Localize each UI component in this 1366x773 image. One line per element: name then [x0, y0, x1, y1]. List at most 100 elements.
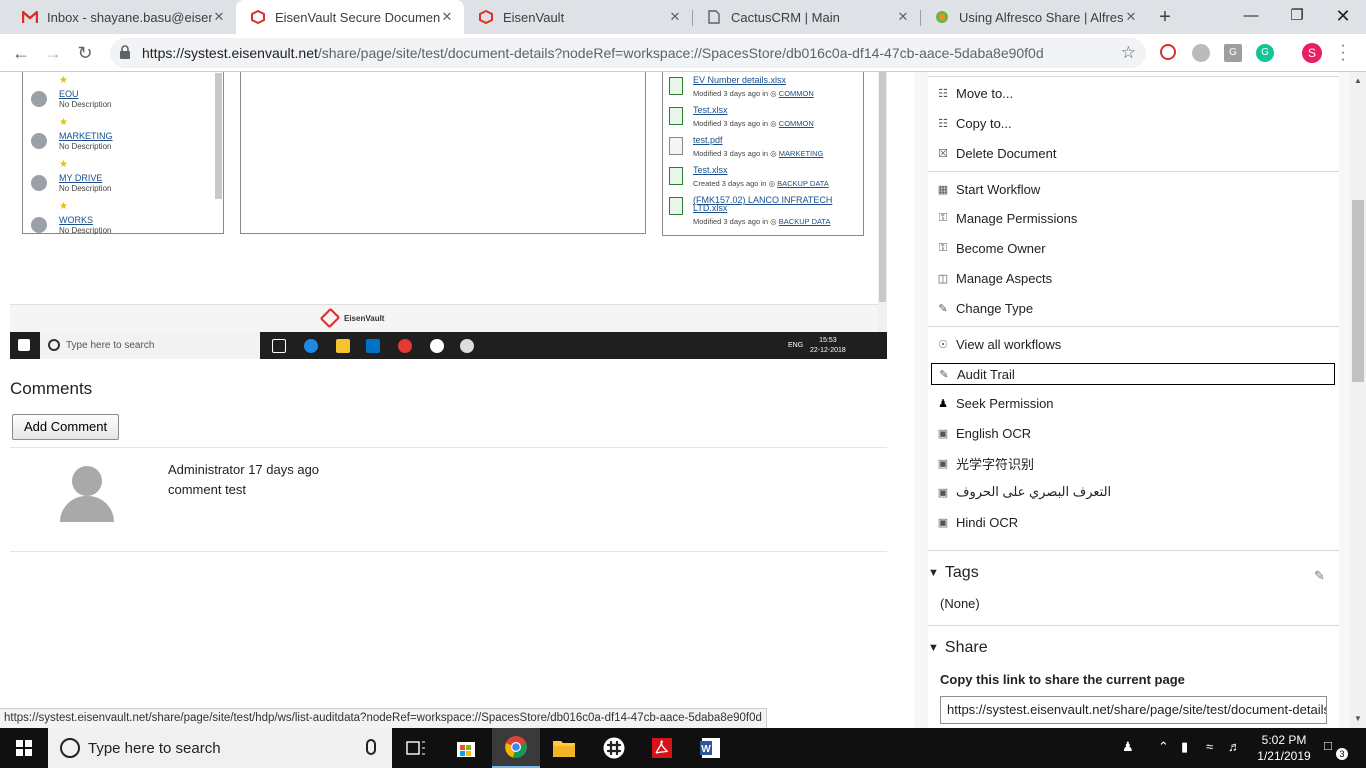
site-name[interactable]: WORKS — [59, 215, 93, 225]
list-item[interactable]: (FMK157.02) LANCO INFRATECH LTD.xlsx Mod… — [663, 193, 859, 233]
action-center-icon[interactable]: □ — [1324, 738, 1332, 753]
people-icon[interactable]: ♟ — [1122, 739, 1134, 755]
bookmark-star-icon[interactable]: ☆ — [1121, 43, 1136, 63]
share-link-field[interactable]: https://systest.eisenvault.net/share/pag… — [940, 696, 1327, 724]
tab-title: EisenVault Secure Document S — [275, 9, 440, 25]
menu-icon[interactable]: · · · — [1338, 38, 1348, 68]
action-arabic-ocr[interactable]: ▣ التعرف البصري على الحروف — [936, 481, 1111, 503]
xlsx-file-icon — [669, 167, 683, 185]
eisenvault-logo-icon — [319, 307, 341, 329]
preview-scrollbar[interactable] — [878, 72, 887, 332]
add-comment-button[interactable]: Add Comment — [12, 414, 120, 440]
document-name-cont[interactable]: LTD.xlsx — [693, 203, 727, 213]
action-start-workflow[interactable]: ▦ Start Workflow — [936, 178, 1040, 200]
close-tab-icon[interactable]: ✕ — [668, 9, 682, 25]
maximize-icon[interactable]: ❐ — [1274, 0, 1320, 34]
action-chinese-ocr[interactable]: ▣ 光学字符识别 — [936, 452, 1034, 474]
action-hindi-ocr[interactable]: ▣ Hindi OCR — [936, 511, 1018, 533]
close-tab-icon[interactable]: ✕ — [440, 9, 454, 25]
reload-icon[interactable]: ↻ — [72, 40, 98, 66]
list-item[interactable]: ★ MY DRIVE No Description — [23, 159, 213, 201]
document-name[interactable]: test.pdf — [693, 135, 723, 145]
list-item[interactable]: EV Number details.xlsx Modified 3 days a… — [663, 73, 859, 103]
minimize-icon[interactable]: — — [1228, 0, 1274, 34]
action-english-ocr[interactable]: ▣ English OCR — [936, 422, 1031, 444]
forward-icon[interactable]: → — [40, 40, 66, 66]
address-bar[interactable]: https://systest.eisenvault.net/share/pag… — [110, 38, 1146, 68]
pdf-file-icon — [669, 137, 683, 155]
action-delete-document[interactable]: ☒ Delete Document — [936, 142, 1056, 164]
battery-icon[interactable]: ▮ — [1181, 739, 1188, 755]
profile-avatar[interactable]: S — [1302, 43, 1322, 63]
scrollbar-thumb[interactable] — [1352, 200, 1364, 382]
close-tab-icon[interactable]: ✕ — [212, 9, 226, 25]
site-name[interactable]: MY DRIVE — [59, 173, 102, 183]
file-explorer-icon[interactable] — [540, 728, 588, 768]
word-icon[interactable]: W — [686, 728, 734, 768]
extension-icon[interactable] — [1192, 44, 1210, 62]
site-name[interactable]: EOU — [59, 89, 79, 99]
action-manage-aspects[interactable]: ◫ Manage Aspects — [936, 267, 1052, 289]
acrobat-icon[interactable] — [638, 728, 686, 768]
list-item[interactable]: ★ WORKS No Description — [23, 201, 213, 243]
action-view-all-workflows[interactable]: ☉ View all workflows — [936, 333, 1061, 355]
slack-icon — [430, 339, 444, 353]
tab-gmail[interactable]: Inbox - shayane.basu@eisenva ✕ — [8, 0, 236, 34]
eisenvault-icon — [478, 9, 494, 25]
eisenvault-extension-icon[interactable] — [1160, 44, 1176, 60]
list-item[interactable]: test.pdf Modified 3 days ago in ◎ MARKET… — [663, 133, 859, 163]
microphone-icon[interactable] — [366, 739, 376, 755]
divider — [928, 326, 1339, 327]
windows-icon — [16, 740, 32, 756]
page-scrollbar[interactable]: ▲ ▼ — [1350, 72, 1366, 728]
grammarly-icon[interactable]: G — [1256, 44, 1274, 62]
action-copy-to[interactable]: ☷ Copy to... — [936, 112, 1012, 134]
action-seek-permission[interactable]: ♟ Seek Permission — [936, 392, 1053, 414]
start-button[interactable] — [0, 728, 48, 768]
taskbar-search[interactable]: Type here to search — [48, 728, 392, 768]
document-name[interactable]: Test.xlsx — [693, 105, 728, 115]
share-heading[interactable]: ▼ Share — [928, 639, 988, 657]
chrome-icon[interactable] — [492, 728, 540, 768]
action-audit-trail[interactable]: ✎ Audit Trail — [931, 363, 1335, 385]
action-manage-permissions[interactable]: ⚿ Manage Permissions — [936, 207, 1078, 229]
tab-title: CactusCRM | Main — [731, 9, 840, 25]
site-name[interactable]: MARKETING — [59, 131, 113, 141]
back-icon[interactable]: ← — [8, 40, 34, 66]
taskbar-clock[interactable]: 5:02 PM 1/21/2019 — [1254, 732, 1314, 764]
document-name[interactable]: Test.xlsx — [693, 165, 728, 175]
close-tab-icon[interactable]: ✕ — [896, 9, 910, 25]
divider — [928, 550, 1339, 551]
list-item[interactable]: ★ EOU No Description — [23, 75, 213, 117]
scroll-up-icon[interactable]: ▲ — [1350, 76, 1366, 85]
tags-heading[interactable]: ▼ Tags — [928, 564, 979, 582]
action-change-type[interactable]: ✎ Change Type — [936, 297, 1033, 319]
panel-scrollbar[interactable] — [215, 73, 222, 199]
chevron-up-icon[interactable]: ⌃ — [1158, 739, 1169, 755]
close-tab-icon[interactable]: ✕ — [1124, 9, 1138, 25]
list-item[interactable]: Test.xlsx Modified 3 days ago in ◎ COMMO… — [663, 103, 859, 133]
action-become-owner[interactable]: ⚿ Become Owner — [936, 237, 1046, 259]
volume-icon[interactable]: ♬ — [1228, 739, 1241, 754]
wifi-icon[interactable]: ≈ — [1206, 739, 1213, 754]
tab-cactuscrm[interactable]: CactusCRM | Main ✕ — [692, 0, 920, 34]
extension-g-icon[interactable]: G — [1224, 44, 1242, 62]
list-item[interactable]: ★ MARKETING No Description — [23, 117, 213, 159]
document-name[interactable]: EV Number details.xlsx — [693, 75, 786, 85]
slack-icon[interactable] — [590, 728, 638, 768]
list-item[interactable]: Test.xlsx Created 3 days ago in ◎ BACKUP… — [663, 163, 859, 193]
tab-eisenvault-document[interactable]: EisenVault Secure Document S ✕ — [236, 0, 464, 34]
new-tab-button[interactable]: + — [1154, 6, 1176, 28]
globe-icon — [31, 217, 47, 233]
store-icon[interactable] — [442, 728, 490, 768]
edit-tags-pencil-icon[interactable]: ✎ — [1314, 568, 1325, 584]
scroll-down-icon[interactable]: ▼ — [1350, 714, 1366, 723]
tab-eisenvault[interactable]: EisenVault ✕ — [464, 0, 692, 34]
ocr-icon: ▣ — [937, 427, 949, 440]
close-window-icon[interactable]: ✕ — [1320, 0, 1366, 34]
action-move-to[interactable]: ☷ Move to... — [936, 82, 1013, 104]
task-view-icon[interactable] — [392, 728, 440, 768]
tab-alfresco[interactable]: Using Alfresco Share | Alfresco ✕ — [920, 0, 1148, 34]
delete-icon: ☒ — [938, 147, 948, 160]
document-meta: Modified 3 days ago in ◎ COMMON — [693, 89, 814, 98]
